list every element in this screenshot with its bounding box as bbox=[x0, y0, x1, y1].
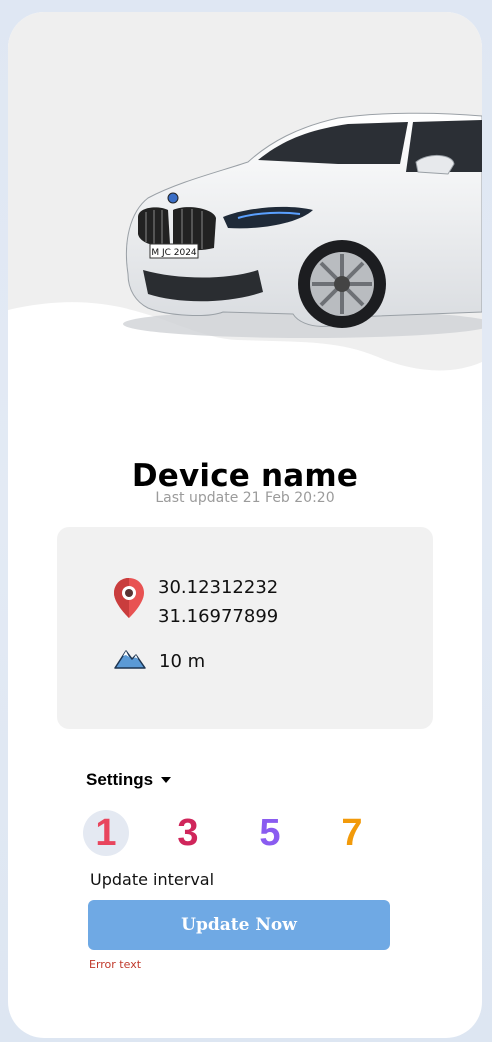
interval-option-5[interactable]: 5 bbox=[247, 810, 293, 856]
settings-label: Settings bbox=[86, 770, 154, 789]
last-update-text: Last update 21 Feb 20:20 bbox=[155, 490, 335, 506]
interval-option-7[interactable]: 7 bbox=[329, 810, 375, 856]
device-card: M JC 2024 Device name Last update 21 Feb… bbox=[8, 12, 482, 1038]
altitude-value: 10 m bbox=[159, 651, 206, 672]
update-now-button[interactable]: Update Now bbox=[88, 900, 390, 950]
car-hero-image: M JC 2024 bbox=[8, 12, 482, 371]
map-pin-icon bbox=[114, 578, 144, 618]
longitude-value: 31.16977899 bbox=[158, 606, 279, 627]
location-info-panel: 30.12312232 31.16977899 10 m bbox=[57, 527, 433, 729]
device-title: Device name bbox=[131, 458, 359, 494]
coordinates: 30.12312232 31.16977899 bbox=[158, 573, 278, 631]
update-interval-label: Update interval bbox=[90, 870, 215, 889]
interval-option-1[interactable]: 1 bbox=[83, 810, 129, 856]
license-plate-text: M JC 2024 bbox=[151, 248, 197, 258]
error-text: Error text bbox=[89, 958, 142, 971]
mountain-icon bbox=[114, 650, 146, 669]
latitude-value: 30.12312232 bbox=[158, 577, 279, 598]
interval-option-3[interactable]: 3 bbox=[165, 810, 211, 856]
caret-down-icon bbox=[161, 777, 172, 783]
settings-dropdown[interactable]: Settings bbox=[86, 770, 172, 790]
